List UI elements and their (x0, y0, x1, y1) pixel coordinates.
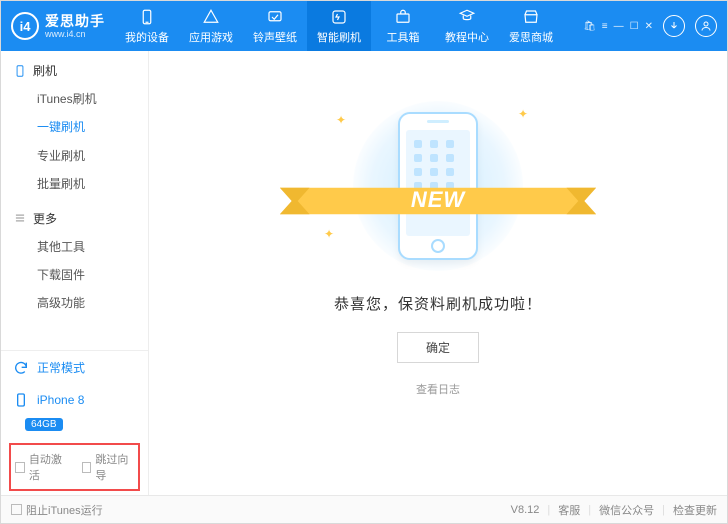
list-icon (13, 211, 27, 225)
status-bar: 阻止iTunes运行 V8.12 | 客服 | 微信公众号 | 检查更新 (1, 495, 727, 523)
app-header: i4 爱思助手 www.i4.cn 我的设备 应用游戏 铃声壁纸 智能刷机 工具箱 教程中… (1, 1, 727, 51)
brand-url: www.i4.cn (45, 30, 105, 39)
sidebar-section-more: 更多 (1, 199, 148, 233)
block-itunes-checkbox[interactable]: 阻止iTunes运行 (11, 502, 103, 518)
sidebar-section-more-title: 更多 (33, 210, 57, 227)
tab-label: 爱思商城 (509, 29, 553, 45)
sidebar-item[interactable]: 高级功能 (1, 289, 148, 317)
apps-icon (202, 8, 220, 26)
ribbon-text: NEW (270, 187, 606, 213)
header-right: 🛍 ≡ — ☐ ✕ (583, 15, 727, 37)
ok-button[interactable]: 确定 (397, 332, 479, 363)
close-icon[interactable]: ✕ (645, 21, 653, 32)
sparkle-icon: ✦ (518, 107, 528, 121)
new-ribbon: NEW (270, 179, 606, 223)
tab-toolbox[interactable]: 工具箱 (371, 1, 435, 51)
device-icon (138, 8, 156, 26)
sidebar-section-flash-title: 刷机 (33, 62, 57, 79)
sidebar-section-flash: 刷机 (1, 51, 148, 85)
version-label: V8.12 (511, 504, 540, 516)
minimize-icon[interactable]: — (614, 21, 624, 32)
device-capacity-badge: 64GB (25, 418, 63, 431)
sidebar-bottom: 正常模式 iPhone 8 64GB 自动激活 跳过向导 (1, 350, 148, 495)
tab-games[interactable]: 应用游戏 (179, 1, 243, 51)
mode-row[interactable]: 正常模式 (1, 351, 148, 384)
tab-label: 智能刷机 (317, 29, 361, 45)
sidebar-item[interactable]: 一键刷机 (1, 113, 148, 141)
maximize-icon[interactable]: ☐ (630, 21, 639, 32)
user-button[interactable] (695, 15, 717, 37)
tab-label: 工具箱 (387, 29, 420, 45)
sidebar-item[interactable]: 下载固件 (1, 261, 148, 289)
mode-label: 正常模式 (37, 359, 85, 376)
auto-activate-checkbox[interactable]: 自动激活 (15, 451, 68, 483)
sidebar-item[interactable]: 专业刷机 (1, 142, 148, 170)
tab-label: 铃声壁纸 (253, 29, 297, 45)
tab-device[interactable]: 我的设备 (115, 1, 179, 51)
skip-guide-checkbox[interactable]: 跳过向导 (82, 451, 135, 483)
tab-flash[interactable]: 智能刷机 (307, 1, 371, 51)
view-log-link[interactable]: 查看日志 (416, 381, 460, 397)
sparkle-icon: ✦ (336, 113, 346, 127)
download-button[interactable] (663, 15, 685, 37)
main-area: 刷机 iTunes刷机一键刷机专业刷机批量刷机 更多 其他工具下载固件高级功能 … (1, 51, 727, 495)
sidebar-item[interactable]: 批量刷机 (1, 170, 148, 198)
store-icon (522, 8, 540, 26)
tutorial-icon (458, 8, 476, 26)
menu-icon[interactable]: ≡ (602, 21, 608, 32)
bottom-options-highlight: 自动激活 跳过向导 (9, 443, 140, 491)
wechat-link[interactable]: 微信公众号 (599, 502, 654, 518)
sidebar-item[interactable]: 其他工具 (1, 233, 148, 261)
support-link[interactable]: 客服 (558, 502, 580, 518)
ringtone-icon (266, 8, 284, 26)
sidebar-item[interactable]: iTunes刷机 (1, 85, 148, 113)
tab-label: 教程中心 (445, 29, 489, 45)
tab-tutorial[interactable]: 教程中心 (435, 1, 499, 51)
tab-store[interactable]: 爱思商城 (499, 1, 563, 51)
refresh-icon (13, 360, 29, 376)
nav-tabs: 我的设备 应用游戏 铃声壁纸 智能刷机 工具箱 教程中心 爱思商城 (115, 1, 583, 51)
window-controls: 🛍 ≡ — ☐ ✕ (583, 21, 653, 32)
device-name: iPhone 8 (37, 393, 84, 407)
brand-name: 爱思助手 (45, 14, 105, 28)
content-pane: ✦ ✦ ✦ ✦ NEW 恭喜您，保资料刷机成功啦！ 确定 查看日志 (149, 51, 727, 495)
success-illustration: ✦ ✦ ✦ ✦ NEW (318, 101, 558, 271)
device-icon (13, 64, 27, 78)
tab-label: 我的设备 (125, 29, 169, 45)
tab-ring[interactable]: 铃声壁纸 (243, 1, 307, 51)
success-message: 恭喜您，保资料刷机成功啦！ (334, 293, 542, 314)
cart-icon[interactable]: 🛍 (583, 21, 596, 32)
logo-badge: i4 (11, 12, 39, 40)
brand-logo: i4 爱思助手 www.i4.cn (1, 12, 115, 40)
check-update-link[interactable]: 检查更新 (673, 502, 717, 518)
toolbox-icon (394, 8, 412, 26)
sparkle-icon: ✦ (324, 227, 334, 241)
phone-icon (13, 392, 29, 408)
flash-icon (330, 8, 348, 26)
tab-label: 应用游戏 (189, 29, 233, 45)
sidebar: 刷机 iTunes刷机一键刷机专业刷机批量刷机 更多 其他工具下载固件高级功能 … (1, 51, 149, 495)
device-row[interactable]: iPhone 8 (1, 384, 148, 416)
